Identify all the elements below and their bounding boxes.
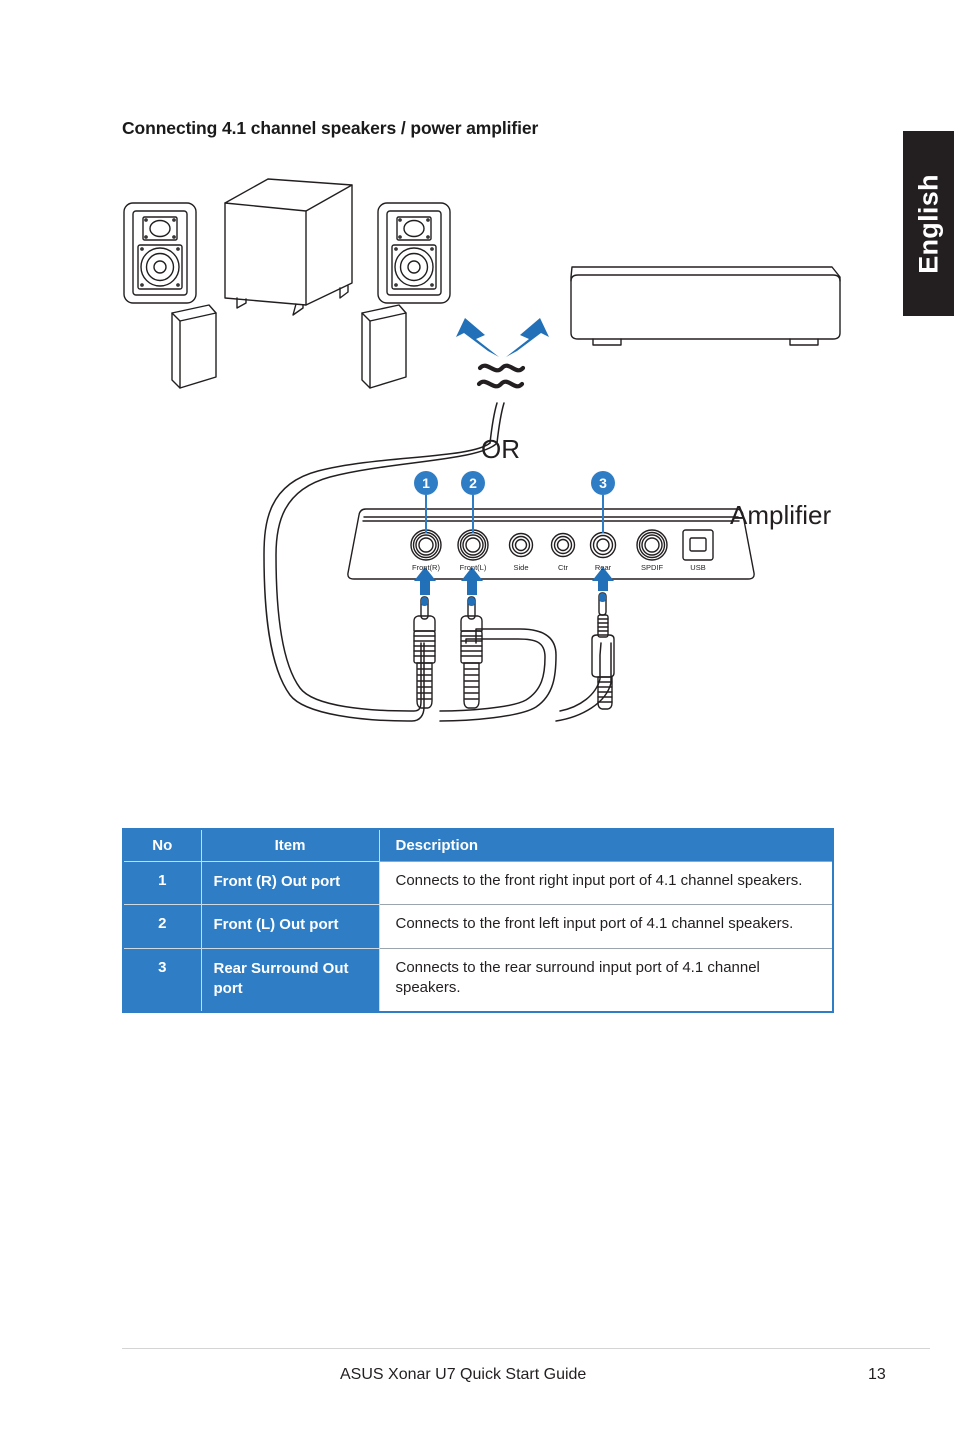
page-title: Connecting 4.1 channel speakers / power … bbox=[122, 118, 539, 138]
amplifier-device bbox=[570, 266, 841, 346]
plug-tip-3 bbox=[599, 593, 606, 602]
plug-tip-2 bbox=[468, 597, 475, 606]
table-header-row: No Item Description bbox=[123, 829, 833, 862]
port-description-table: No Item Description 1 Front (R) Out port… bbox=[122, 828, 834, 1013]
callout-leaders bbox=[425, 495, 604, 533]
or-label: OR bbox=[481, 434, 520, 464]
table-row: 1 Front (R) Out port Connects to the fro… bbox=[123, 860, 833, 905]
table-row: 2 Front (L) Out port Connects to the fro… bbox=[123, 904, 833, 948]
callout-badge-1-label: 1 bbox=[422, 475, 430, 491]
speaker-left-bookshelf bbox=[123, 202, 197, 304]
port-label-spdif: SPDIF bbox=[641, 563, 664, 572]
port-ctr bbox=[550, 532, 576, 558]
port-label-usb: USB bbox=[690, 563, 705, 572]
cell-item: Rear Surround Out port bbox=[201, 947, 380, 1012]
device-ports bbox=[410, 529, 714, 561]
document-page: English Connecting 4.1 channel speakers … bbox=[0, 0, 954, 1438]
cell-item: Front (R) Out port bbox=[201, 860, 380, 905]
port-label-front-r: Front(R) bbox=[412, 563, 440, 572]
port-spdif bbox=[636, 529, 668, 561]
port-rear bbox=[589, 531, 617, 559]
table-row: 3 Rear Surround Out port Connects to the… bbox=[123, 947, 833, 1012]
arrow-up-left bbox=[456, 318, 499, 357]
plug-tips bbox=[421, 593, 606, 606]
cell-item: Front (L) Out port bbox=[201, 904, 380, 948]
callout-badge-2-label: 2 bbox=[469, 475, 477, 491]
cell-description: Connects to the front right input port o… bbox=[379, 860, 833, 905]
cable-wave-marks bbox=[476, 363, 526, 389]
port-front-l bbox=[457, 529, 489, 561]
port-usb bbox=[682, 529, 714, 561]
satellite-panel-left bbox=[171, 304, 217, 389]
cell-no: 3 bbox=[123, 947, 202, 1012]
port-labels: Front(R) Front(L) Side Ctr Rear SPDIF US… bbox=[412, 563, 706, 572]
cell-no: 2 bbox=[123, 904, 202, 948]
column-header-description: Description bbox=[379, 829, 833, 862]
speaker-right-bookshelf bbox=[377, 202, 451, 304]
port-label-side: Side bbox=[513, 563, 528, 572]
column-header-no: No bbox=[123, 829, 202, 862]
connection-diagram: 1 2 3 Front(R) Front(L) Side Ctr Rear SP… bbox=[0, 155, 954, 815]
satellite-panel-right bbox=[361, 304, 407, 389]
column-header-item: Item bbox=[201, 829, 380, 862]
port-label-ctr: Ctr bbox=[558, 563, 569, 572]
footer-divider bbox=[122, 1348, 930, 1349]
cell-no: 1 bbox=[123, 860, 202, 905]
cell-description: Connects to the rear surround input port… bbox=[379, 947, 833, 1012]
footer-title: ASUS Xonar U7 Quick Start Guide bbox=[340, 1366, 587, 1383]
port-label-rear: Rear bbox=[595, 563, 612, 572]
direction-arrows bbox=[456, 318, 549, 357]
port-label-front-l: Front(L) bbox=[460, 563, 487, 572]
cell-description: Connects to the front left input port of… bbox=[379, 904, 833, 948]
plug-tip-1 bbox=[421, 597, 428, 606]
callout-badge-3-label: 3 bbox=[599, 475, 607, 491]
amplifier-label: Amplifier bbox=[730, 500, 832, 530]
port-front-r bbox=[410, 529, 442, 561]
page-number: 13 bbox=[868, 1366, 886, 1383]
callout-badges: 1 2 3 bbox=[414, 471, 615, 495]
arrow-up-right bbox=[506, 318, 549, 357]
port-side bbox=[508, 532, 534, 558]
plug-front-l bbox=[460, 596, 483, 709]
subwoofer bbox=[224, 178, 353, 316]
cable-bundle bbox=[263, 402, 612, 722]
